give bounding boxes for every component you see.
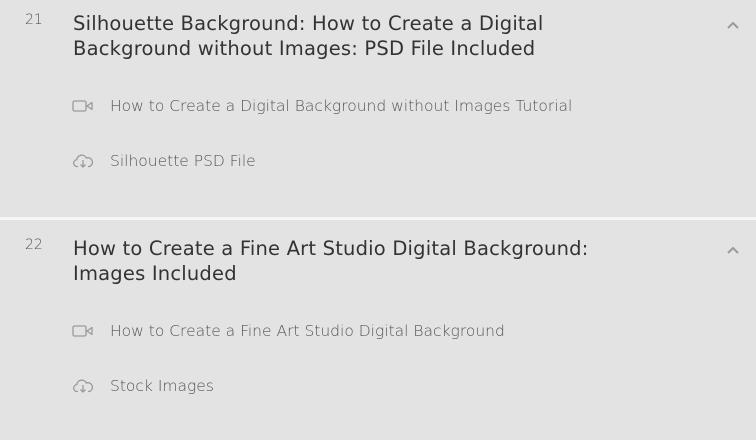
video-camera-icon	[72, 98, 94, 114]
lesson-item-download[interactable]: Stock Images	[72, 375, 214, 397]
lesson-item-label: How to Create a Fine Art Studio Digital …	[110, 322, 505, 340]
lesson-section-22: 22 How to Create a Fine Art Studio Digit…	[0, 220, 756, 440]
lesson-item-label: Silhouette PSD File	[110, 152, 256, 170]
lesson-item-video[interactable]: How to Create a Fine Art Studio Digital …	[72, 320, 505, 342]
lesson-item-download[interactable]: Silhouette PSD File	[72, 150, 256, 172]
section-title-line-2: Background without Images: PSD File Incl…	[73, 37, 536, 60]
section-number: 21	[25, 12, 43, 28]
lesson-item-label: How to Create a Digital Background witho…	[110, 97, 573, 115]
cloud-download-icon	[72, 378, 94, 394]
section-title-line-2: Images Included	[73, 262, 237, 285]
lesson-item-label: Stock Images	[110, 377, 214, 395]
chevron-up-icon[interactable]	[726, 20, 740, 30]
section-title[interactable]: Silhouette Background: How to Create a D…	[73, 11, 673, 61]
video-camera-icon	[72, 323, 94, 339]
lesson-item-video[interactable]: How to Create a Digital Background witho…	[72, 95, 572, 117]
section-title-line-1: How to Create a Fine Art Studio Digital …	[73, 237, 589, 260]
chevron-up-icon[interactable]	[726, 245, 740, 255]
cloud-download-icon	[72, 153, 94, 169]
section-title-line-1: Silhouette Background: How to Create a D…	[73, 12, 544, 35]
lesson-section-21: 21 Silhouette Background: How to Create …	[0, 0, 756, 217]
section-number: 22	[25, 237, 43, 253]
section-title[interactable]: How to Create a Fine Art Studio Digital …	[73, 236, 673, 286]
